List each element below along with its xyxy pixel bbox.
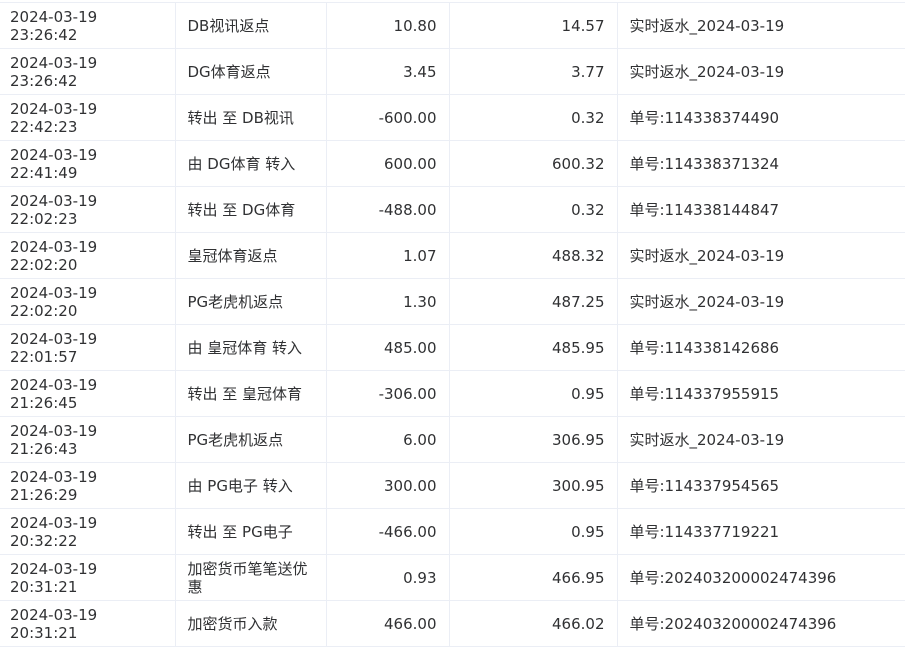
type-cell: 皇冠体育返点 (174, 232, 327, 279)
balance-cell: 0.95 (448, 508, 618, 555)
amount-cell: 485.00 (325, 324, 450, 371)
amount-cell: -600.00 (325, 94, 450, 141)
time-cell: 2024-03-19 22:02:20 (0, 232, 176, 279)
table-row: 2024-03-19 22:02:23 转出 至 DG体育 -488.00 0.32 单… (0, 186, 905, 233)
balance-cell: 466.95 (448, 554, 618, 601)
type-cell: 转出 至 DB视讯 (174, 94, 327, 141)
note-cell: 实时返水_2024-03-19 (616, 2, 905, 49)
amount-cell: -488.00 (325, 186, 450, 233)
amount-cell: 466.00 (325, 600, 450, 647)
table-row: 2024-03-19 21:26:45 转出 至 皇冠体育 -306.00 0.95 单… (0, 370, 905, 417)
type-cell: 转出 至 皇冠体育 (174, 370, 327, 417)
time-cell: 2024-03-19 22:02:23 (0, 186, 176, 233)
note-cell: 单号:202403200002474396 (616, 600, 905, 647)
table-row: 2024-03-19 20:31:21 加密货币笔笔送优惠 0.93 466.95 单号… (0, 554, 905, 601)
amount-cell: 300.00 (325, 462, 450, 509)
amount-cell: 6.00 (325, 416, 450, 463)
time-cell: 2024-03-19 21:26:45 (0, 370, 176, 417)
balance-cell: 485.95 (448, 324, 618, 371)
balance-cell: 3.77 (448, 48, 618, 95)
balance-cell: 0.32 (448, 94, 618, 141)
note-cell: 单号:114337955915 (616, 370, 905, 417)
time-cell: 2024-03-19 22:41:49 (0, 140, 176, 187)
time-cell: 2024-03-19 23:26:42 (0, 2, 176, 49)
amount-cell: 1.07 (325, 232, 450, 279)
amount-cell: 10.80 (325, 2, 450, 49)
note-cell: 实时返水_2024-03-19 (616, 48, 905, 95)
time-cell: 2024-03-19 22:02:20 (0, 278, 176, 325)
note-cell: 单号:202403200002474396 (616, 554, 905, 601)
type-cell: PG老虎机返点 (174, 278, 327, 325)
amount-cell: -306.00 (325, 370, 450, 417)
type-cell: 转出 至 PG电子 (174, 508, 327, 555)
table-row: 2024-03-19 21:26:29 由 PG电子 转入 300.00 300.95… (0, 462, 905, 509)
table-row: 2024-03-19 22:01:57 由 皇冠体育 转入 485.00 485.95… (0, 324, 905, 371)
note-cell: 单号:114338371324 (616, 140, 905, 187)
amount-cell: 3.45 (325, 48, 450, 95)
note-cell: 实时返水_2024-03-19 (616, 416, 905, 463)
time-cell: 2024-03-19 22:42:23 (0, 94, 176, 141)
time-cell: 2024-03-19 21:26:43 (0, 416, 176, 463)
balance-cell: 300.95 (448, 462, 618, 509)
time-cell: 2024-03-19 23:26:42 (0, 48, 176, 95)
balance-cell: 466.02 (448, 600, 618, 647)
amount-cell: 1.30 (325, 278, 450, 325)
table-row: 2024-03-19 20:32:22 转出 至 PG电子 -466.00 0.95 单… (0, 508, 905, 555)
balance-cell: 14.57 (448, 2, 618, 49)
table-row: 2024-03-19 22:42:23 转出 至 DB视讯 -600.00 0.32 单… (0, 94, 905, 141)
amount-cell: 600.00 (325, 140, 450, 187)
type-cell: 转出 至 DG体育 (174, 186, 327, 233)
table-row: 2024-03-19 23:26:42 DB视讯返点 10.80 14.57 实时返水_… (0, 2, 905, 49)
type-cell: PG老虎机返点 (174, 416, 327, 463)
amount-cell: 0.93 (325, 554, 450, 601)
table-row: 2024-03-19 20:31:21 加密货币入款 466.00 466.02 单号:… (0, 600, 905, 647)
amount-cell: -466.00 (325, 508, 450, 555)
note-cell: 单号:114338374490 (616, 94, 905, 141)
time-cell: 2024-03-19 20:31:21 (0, 600, 176, 647)
type-cell: 加密货币笔笔送优惠 (174, 554, 327, 601)
table-row: 2024-03-19 22:02:20 PG老虎机返点 1.30 487.25 实时返水… (0, 278, 905, 325)
type-cell: 由 PG电子 转入 (174, 462, 327, 509)
type-cell: 加密货币入款 (174, 600, 327, 647)
table-row: 2024-03-19 22:02:20 皇冠体育返点 1.07 488.32 实时返水_… (0, 232, 905, 279)
note-cell: 实时返水_2024-03-19 (616, 232, 905, 279)
balance-cell: 0.95 (448, 370, 618, 417)
time-cell: 2024-03-19 20:31:21 (0, 554, 176, 601)
note-cell: 单号:114337719221 (616, 508, 905, 555)
time-cell: 2024-03-19 21:26:29 (0, 462, 176, 509)
balance-cell: 0.32 (448, 186, 618, 233)
type-cell: 由 DG体育 转入 (174, 140, 327, 187)
time-cell: 2024-03-19 22:01:57 (0, 324, 176, 371)
transaction-table-body: 2024-03-19 23:26:42 DB视讯返点 10.80 14.57 实时返水_… (0, 2, 905, 647)
note-cell: 单号:114338144847 (616, 186, 905, 233)
transaction-table: 2024-03-19 23:26:42 DB视讯返点 10.80 14.57 实时返水_… (0, 2, 905, 647)
table-row: 2024-03-19 23:26:42 DG体育返点 3.45 3.77 实时返水_20… (0, 48, 905, 95)
balance-cell: 487.25 (448, 278, 618, 325)
note-cell: 单号:114338142686 (616, 324, 905, 371)
note-cell: 实时返水_2024-03-19 (616, 278, 905, 325)
balance-cell: 488.32 (448, 232, 618, 279)
type-cell: DB视讯返点 (174, 2, 327, 49)
table-row: 2024-03-19 21:26:43 PG老虎机返点 6.00 306.95 实时返水… (0, 416, 905, 463)
time-cell: 2024-03-19 20:32:22 (0, 508, 176, 555)
note-cell: 单号:114337954565 (616, 462, 905, 509)
table-row: 2024-03-19 22:41:49 由 DG体育 转入 600.00 600.32… (0, 140, 905, 187)
balance-cell: 306.95 (448, 416, 618, 463)
balance-cell: 600.32 (448, 140, 618, 187)
type-cell: 由 皇冠体育 转入 (174, 324, 327, 371)
type-cell: DG体育返点 (174, 48, 327, 95)
